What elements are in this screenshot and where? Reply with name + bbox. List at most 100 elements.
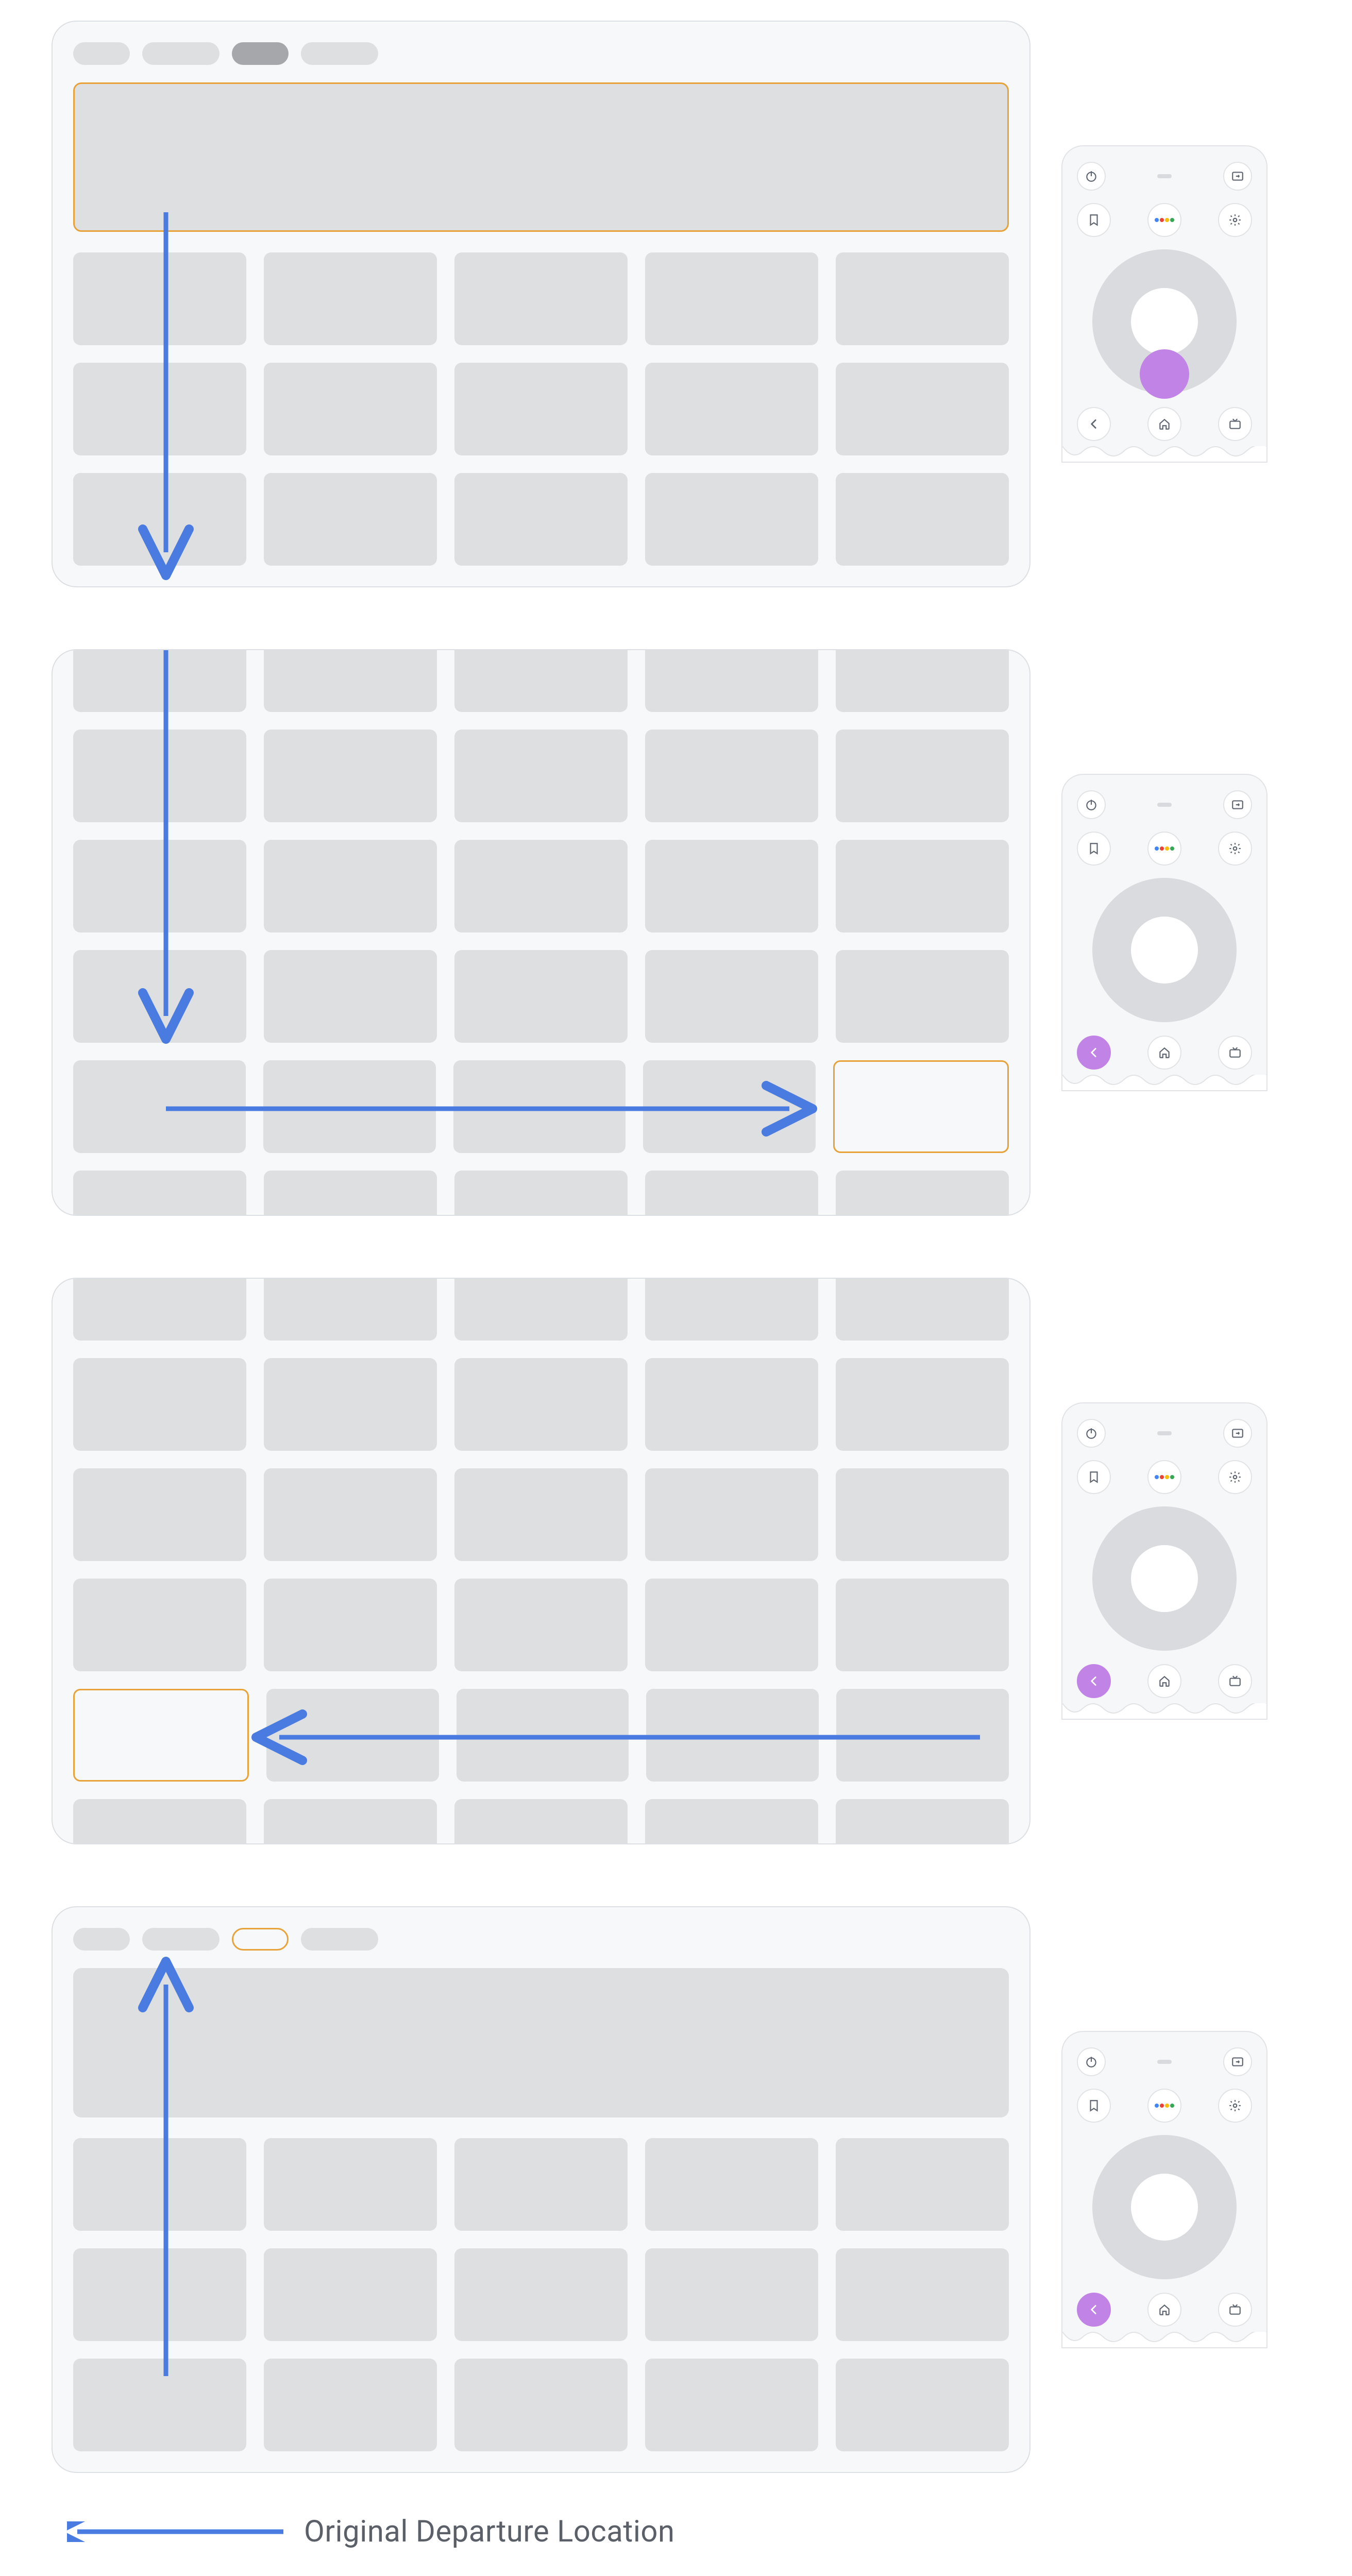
tile[interactable] <box>264 1171 437 1216</box>
tile[interactable] <box>266 1689 439 1782</box>
back-button-highlighted[interactable] <box>1077 1664 1111 1698</box>
tile[interactable] <box>645 1579 818 1671</box>
tile[interactable] <box>836 1579 1009 1671</box>
tile[interactable] <box>836 252 1009 345</box>
tile[interactable] <box>454 2248 628 2341</box>
power-button[interactable] <box>1077 162 1106 191</box>
live-tv-button[interactable] <box>1218 407 1252 441</box>
tile[interactable] <box>836 2138 1009 2231</box>
tile[interactable] <box>454 363 628 455</box>
assistant-button[interactable] <box>1147 832 1181 866</box>
tile[interactable] <box>454 649 628 712</box>
input-button[interactable] <box>1223 2047 1252 2076</box>
tile[interactable] <box>836 2248 1009 2341</box>
tile[interactable] <box>73 649 246 712</box>
tab-2[interactable] <box>142 1928 219 1951</box>
power-button[interactable] <box>1077 2047 1106 2076</box>
tile[interactable] <box>836 840 1009 933</box>
tile[interactable] <box>645 649 818 712</box>
tile[interactable] <box>454 1171 628 1216</box>
tile[interactable] <box>73 1171 246 1216</box>
tile[interactable] <box>264 730 437 822</box>
bookmark-button[interactable] <box>1077 1460 1111 1494</box>
tile[interactable] <box>454 2359 628 2451</box>
live-tv-button[interactable] <box>1218 1664 1252 1698</box>
input-button[interactable] <box>1223 790 1252 819</box>
settings-button[interactable] <box>1218 1460 1252 1494</box>
tile[interactable] <box>836 1799 1009 1844</box>
tile[interactable] <box>264 1468 437 1561</box>
tile[interactable] <box>453 1060 626 1153</box>
dpad[interactable] <box>1092 2135 1237 2279</box>
tile[interactable] <box>454 1799 628 1844</box>
tile[interactable] <box>454 730 628 822</box>
assistant-button[interactable] <box>1147 2089 1181 2123</box>
tile[interactable] <box>264 950 437 1043</box>
tile[interactable] <box>645 1799 818 1844</box>
assistant-button[interactable] <box>1147 1460 1181 1494</box>
tile[interactable] <box>73 1060 246 1153</box>
tile[interactable] <box>457 1689 629 1782</box>
settings-button[interactable] <box>1218 2089 1252 2123</box>
tile[interactable] <box>264 252 437 345</box>
tab-2[interactable] <box>142 42 219 65</box>
tile[interactable] <box>73 730 246 822</box>
tile[interactable] <box>454 1579 628 1671</box>
tile[interactable] <box>73 363 246 455</box>
dpad[interactable] <box>1092 878 1237 1022</box>
tile[interactable] <box>454 950 628 1043</box>
tile[interactable] <box>645 1468 818 1561</box>
tile[interactable] <box>73 1579 246 1671</box>
home-button[interactable] <box>1147 1664 1181 1698</box>
tile[interactable] <box>264 473 437 566</box>
tile[interactable] <box>73 840 246 933</box>
tile[interactable] <box>73 473 246 566</box>
settings-button[interactable] <box>1218 832 1252 866</box>
dpad-down-highlighted[interactable] <box>1140 349 1189 399</box>
tile[interactable] <box>73 1799 246 1844</box>
home-button[interactable] <box>1147 1036 1181 1070</box>
tile[interactable] <box>454 1358 628 1451</box>
dpad-select[interactable] <box>1131 917 1198 984</box>
tab-1[interactable] <box>73 42 130 65</box>
tile[interactable] <box>263 1060 436 1153</box>
tile[interactable] <box>454 1278 628 1341</box>
tile[interactable] <box>264 2138 437 2231</box>
tile[interactable] <box>643 1060 816 1153</box>
tile[interactable] <box>836 1689 1009 1782</box>
back-button[interactable] <box>1077 407 1111 441</box>
tile-focused[interactable] <box>833 1060 1009 1153</box>
power-button[interactable] <box>1077 790 1106 819</box>
tile[interactable] <box>264 363 437 455</box>
tile[interactable] <box>645 1358 818 1451</box>
tile[interactable] <box>646 1689 819 1782</box>
tile[interactable] <box>264 2359 437 2451</box>
tab-4[interactable] <box>301 1928 378 1951</box>
tile[interactable] <box>836 649 1009 712</box>
tab-3-active[interactable] <box>232 42 289 65</box>
tile-focused[interactable] <box>73 1689 249 1782</box>
tab-3-focused[interactable] <box>232 1928 289 1951</box>
dpad-select[interactable] <box>1131 1545 1198 1612</box>
tile[interactable] <box>73 950 246 1043</box>
assistant-button[interactable] <box>1147 203 1181 237</box>
tile[interactable] <box>836 363 1009 455</box>
dpad-select[interactable] <box>1131 2174 1198 2241</box>
tile[interactable] <box>645 2138 818 2231</box>
tile[interactable] <box>645 1171 818 1216</box>
tile[interactable] <box>264 2248 437 2341</box>
tile[interactable] <box>454 1468 628 1561</box>
tile[interactable] <box>645 2248 818 2341</box>
bookmark-button[interactable] <box>1077 832 1111 866</box>
dpad-select[interactable] <box>1131 288 1198 355</box>
settings-button[interactable] <box>1218 203 1252 237</box>
tile[interactable] <box>454 840 628 933</box>
input-button[interactable] <box>1223 1419 1252 1448</box>
tile[interactable] <box>645 730 818 822</box>
tile[interactable] <box>454 473 628 566</box>
tile[interactable] <box>836 1171 1009 1216</box>
tile[interactable] <box>836 950 1009 1043</box>
tile[interactable] <box>454 2138 628 2231</box>
tile[interactable] <box>73 2138 246 2231</box>
tile[interactable] <box>73 2359 246 2451</box>
